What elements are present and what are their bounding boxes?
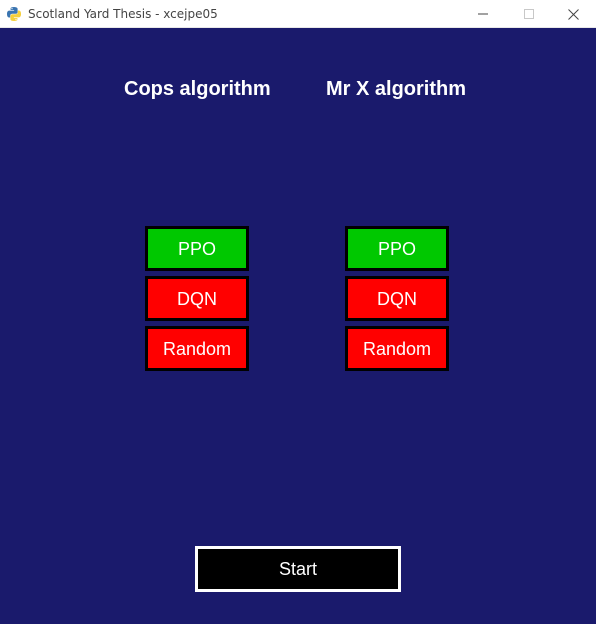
- app-window: Scotland Yard Thesis - xcejpe05 Cops alg…: [0, 0, 596, 624]
- window-title: Scotland Yard Thesis - xcejpe05: [28, 7, 218, 21]
- cops-dqn-button[interactable]: DQN: [145, 276, 249, 321]
- maximize-button[interactable]: [506, 0, 552, 28]
- close-button[interactable]: [550, 0, 596, 28]
- minimize-button[interactable]: [460, 0, 506, 28]
- cops-random-button[interactable]: Random: [145, 326, 249, 371]
- cops-ppo-button[interactable]: PPO: [145, 226, 249, 271]
- maximize-icon: [524, 9, 534, 19]
- mrx-random-button[interactable]: Random: [345, 326, 449, 371]
- mrx-dqn-button[interactable]: DQN: [345, 276, 449, 321]
- mrx-algorithm-heading: Mr X algorithm: [326, 78, 467, 100]
- start-button[interactable]: Start: [195, 546, 401, 592]
- minimize-icon: [478, 13, 488, 15]
- python-icon: [7, 7, 21, 21]
- title-bar[interactable]: Scotland Yard Thesis - xcejpe05: [0, 0, 596, 28]
- cops-algorithm-heading: Cops algorithm: [124, 78, 271, 100]
- close-icon: [567, 8, 579, 20]
- mrx-ppo-button[interactable]: PPO: [345, 226, 449, 271]
